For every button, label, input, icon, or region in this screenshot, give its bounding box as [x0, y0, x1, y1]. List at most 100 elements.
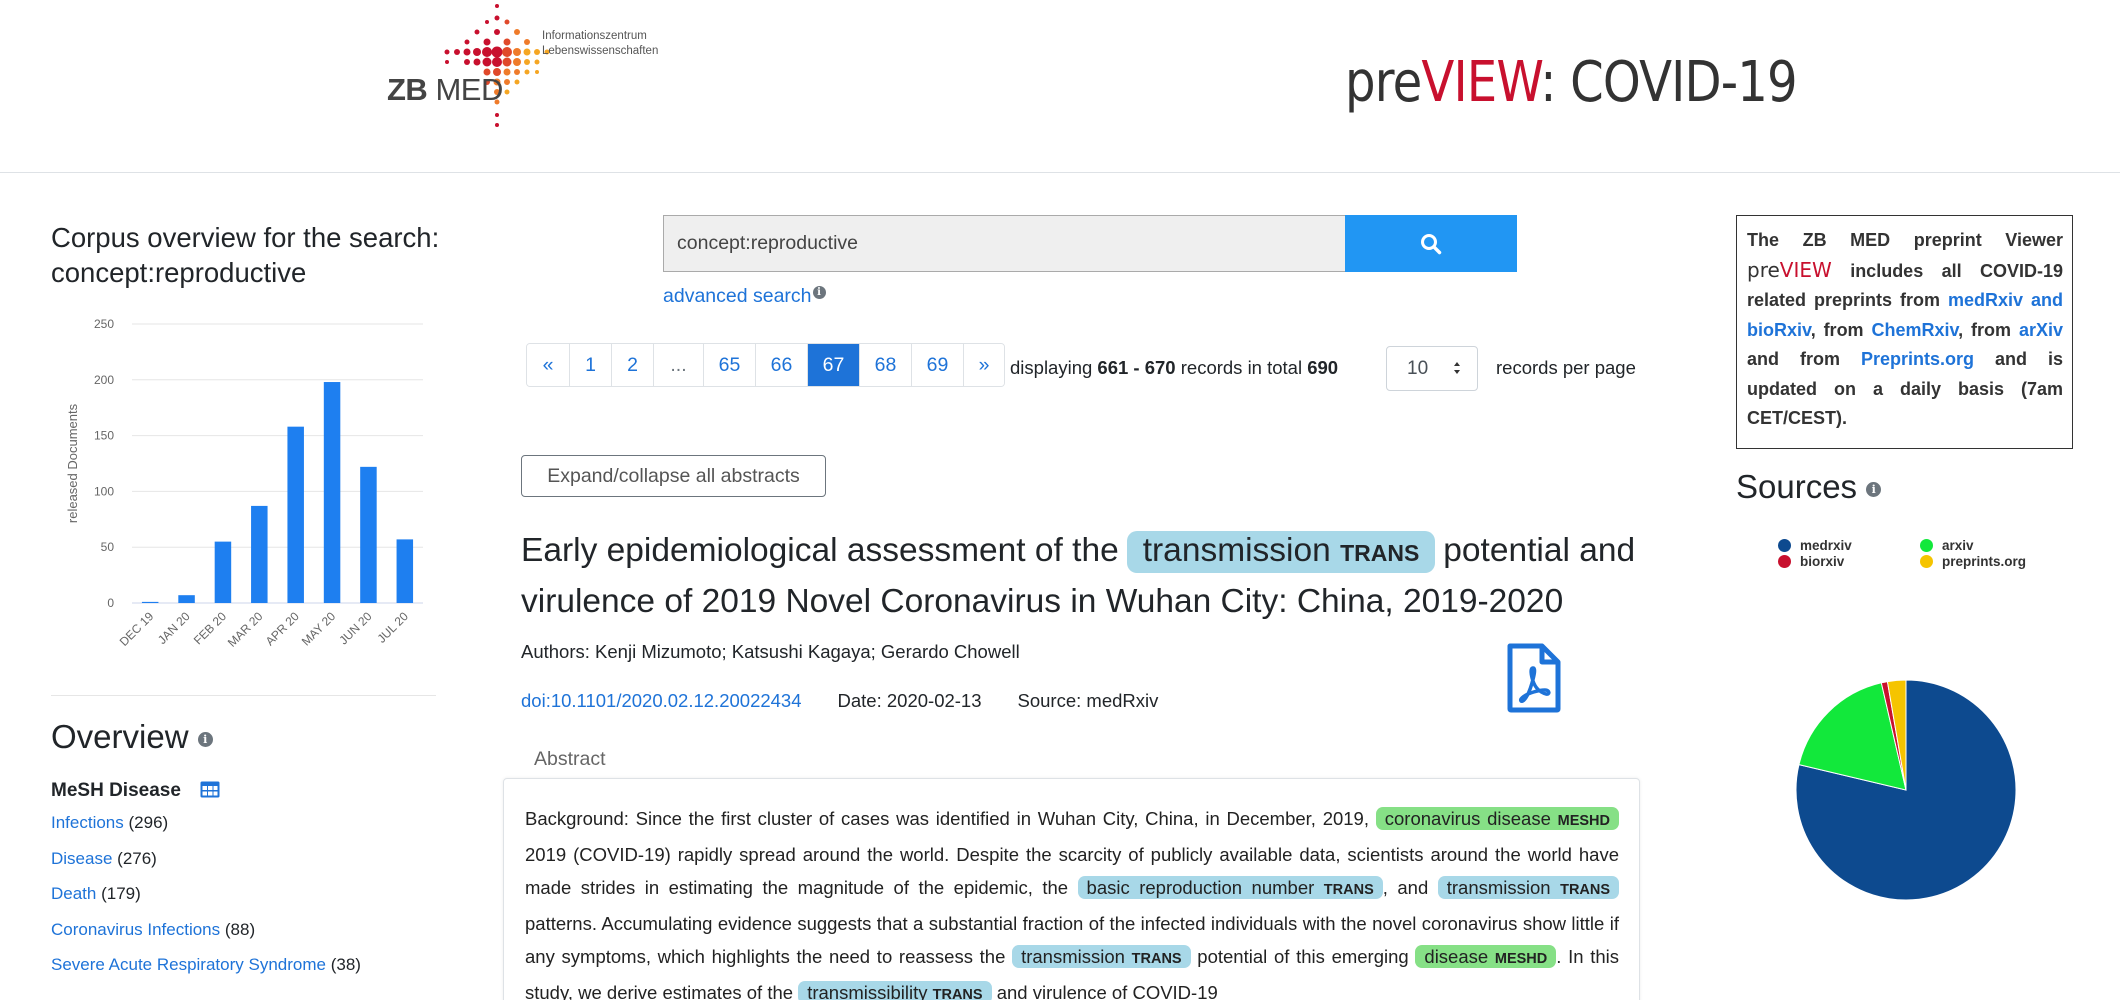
- doi-link[interactable]: doi:10.1101/2020.02.12.20022434: [521, 690, 802, 712]
- corpus-overview-title: Corpus overview for the search: concept:…: [51, 222, 440, 288]
- info-icon[interactable]: i: [197, 731, 213, 747]
- logo-dot: [504, 79, 510, 85]
- facet-count: (88): [224, 919, 256, 939]
- facet-count: (296): [128, 813, 169, 832]
- y-tick-label: 100: [94, 484, 114, 498]
- page-link[interactable]: »: [964, 344, 1004, 386]
- logo-dot: [513, 58, 521, 66]
- entity-tag[interactable]: transmission TRANS: [1126, 531, 1436, 573]
- x-tick-label: MAR 20: [225, 609, 266, 650]
- facet-count: (276): [117, 848, 157, 868]
- zbmed-logo[interactable]: ZB MED Informationszentrum Lebenswissens…: [385, 0, 658, 135]
- logo-dot: [503, 38, 511, 46]
- entity-highlight[interactable]: transmissibility TRANS: [798, 981, 992, 1000]
- page-link[interactable]: 1: [570, 344, 612, 386]
- logo-subtitle: Informationszentrum Lebenswissenschaften: [542, 30, 659, 57]
- advanced-search-link[interactable]: advanced search i: [663, 285, 826, 308]
- logo-dot: [483, 38, 491, 46]
- preprints-org-link[interactable]: Preprints.org: [1861, 349, 1974, 369]
- legend-item[interactable]: preprints.org: [1920, 554, 2068, 569]
- y-axis-label: released Documents: [65, 403, 80, 523]
- facet-item: Death (179): [51, 882, 361, 918]
- records-per-page-label: records per page: [1496, 357, 1636, 378]
- page-link[interactable]: 67: [808, 344, 860, 386]
- abstract-panel: Background: Since the first cluster of c…: [503, 778, 1640, 1000]
- sources-pie-chart: [1795, 679, 2017, 901]
- logo-dot: [464, 59, 470, 65]
- result-title[interactable]: Early epidemiological assessment of the t…: [521, 525, 1656, 627]
- y-tick-label: 200: [94, 373, 114, 387]
- legend-item[interactable]: arxiv: [1920, 538, 2068, 553]
- chemrxiv-link[interactable]: ChemRxiv: [1871, 320, 1958, 340]
- logo-dot: [514, 79, 520, 85]
- pdf-icon[interactable]: [1506, 643, 1562, 713]
- page-link[interactable]: «: [527, 344, 570, 386]
- bar: [360, 466, 377, 603]
- logo-dot: [524, 39, 530, 45]
- info-icon[interactable]: i: [812, 286, 826, 299]
- logo-dot: [464, 39, 470, 45]
- info-icon[interactable]: i: [1866, 481, 1882, 497]
- bar: [251, 505, 268, 603]
- entity-highlight[interactable]: disease MESHD: [1415, 945, 1557, 968]
- header: ZB MED Informationszentrum Lebenswissens…: [0, 0, 2120, 173]
- logo-dot: [513, 48, 521, 56]
- logo-dot: [503, 68, 511, 76]
- page-link[interactable]: 69: [912, 344, 964, 386]
- page-link[interactable]: 66: [756, 344, 808, 386]
- display-info: displaying 661 - 670 records in total 69…: [1010, 357, 1339, 378]
- facet-count: (179): [101, 884, 141, 903]
- logo-dot: [514, 69, 520, 75]
- logo-dot: [535, 70, 539, 74]
- facet-link[interactable]: Infections: [51, 813, 124, 832]
- legend-item[interactable]: medrxiv: [1778, 538, 1920, 553]
- facet-link[interactable]: Death: [51, 884, 96, 903]
- search-input[interactable]: concept:reproductive: [663, 215, 1346, 272]
- entity-highlight[interactable]: coronavirus disease MESHD: [1375, 807, 1620, 830]
- legend-item[interactable]: biorxiv: [1778, 554, 1920, 569]
- select-arrows-icon: [1454, 362, 1460, 374]
- preview-info-box: The ZB MED preprint Viewer preVIEW inclu…: [1736, 215, 2073, 449]
- bar: [287, 426, 304, 603]
- logo-text: ZB MED: [387, 72, 503, 107]
- pagination: «1 2... 65 66 67 68 69»: [526, 343, 1005, 387]
- x-tick-label: FEB 20: [191, 609, 229, 647]
- facet-item: Infections (296): [51, 811, 361, 847]
- logo-dot: [474, 29, 480, 35]
- abstract-tab[interactable]: Abstract: [534, 748, 606, 771]
- app-title: preVIEW: COVID-19: [1345, 50, 1798, 115]
- result-authors: Authors: Kenji Mizumoto; Katsushi Kagaya…: [521, 641, 1020, 662]
- mesh-disease-title: MeSH Disease: [51, 780, 220, 802]
- page-link[interactable]: 68: [860, 344, 912, 386]
- legend-dot-3: [1920, 555, 1933, 568]
- facet-item: Disease (276): [51, 847, 361, 883]
- bar: [141, 601, 159, 603]
- divider: [51, 695, 436, 696]
- expand-collapse-abstracts-button[interactable]: Expand/collapse all abstracts: [521, 455, 826, 497]
- facet-link[interactable]: Disease: [51, 849, 112, 868]
- sources-title: Sources i: [1736, 468, 1882, 506]
- logo-dot: [454, 49, 460, 55]
- bar: [396, 539, 414, 603]
- facet-link[interactable]: Severe Acute Respiratory Syndrome: [51, 955, 326, 974]
- x-tick-label: MAY 20: [299, 609, 339, 649]
- search-button[interactable]: [1345, 215, 1517, 272]
- logo-dot: [502, 47, 512, 57]
- page-link[interactable]: 2: [612, 344, 654, 386]
- records-per-page-select[interactable]: 10: [1386, 346, 1478, 391]
- entity-highlight[interactable]: transmission TRANS: [1012, 945, 1191, 968]
- legend-dot-0: [1778, 539, 1791, 552]
- table-icon[interactable]: [200, 781, 220, 798]
- result-date: Date: 2020-02-13: [837, 690, 982, 711]
- entity-highlight[interactable]: basic reproduction number TRANS: [1077, 876, 1383, 899]
- logo-dot: [494, 15, 500, 21]
- y-tick-label: 250: [94, 317, 114, 331]
- arxiv-link[interactable]: arXiv: [2019, 320, 2063, 340]
- x-tick-label: JUN 20: [336, 609, 374, 647]
- logo-dot: [504, 89, 510, 95]
- entity-highlight[interactable]: transmission TRANS: [1437, 876, 1620, 899]
- logo-dot: [482, 57, 492, 67]
- x-tick-label: JUL 20: [374, 609, 411, 646]
- facet-link[interactable]: Coronavirus Infections: [51, 920, 220, 939]
- page-link[interactable]: 65: [704, 344, 756, 386]
